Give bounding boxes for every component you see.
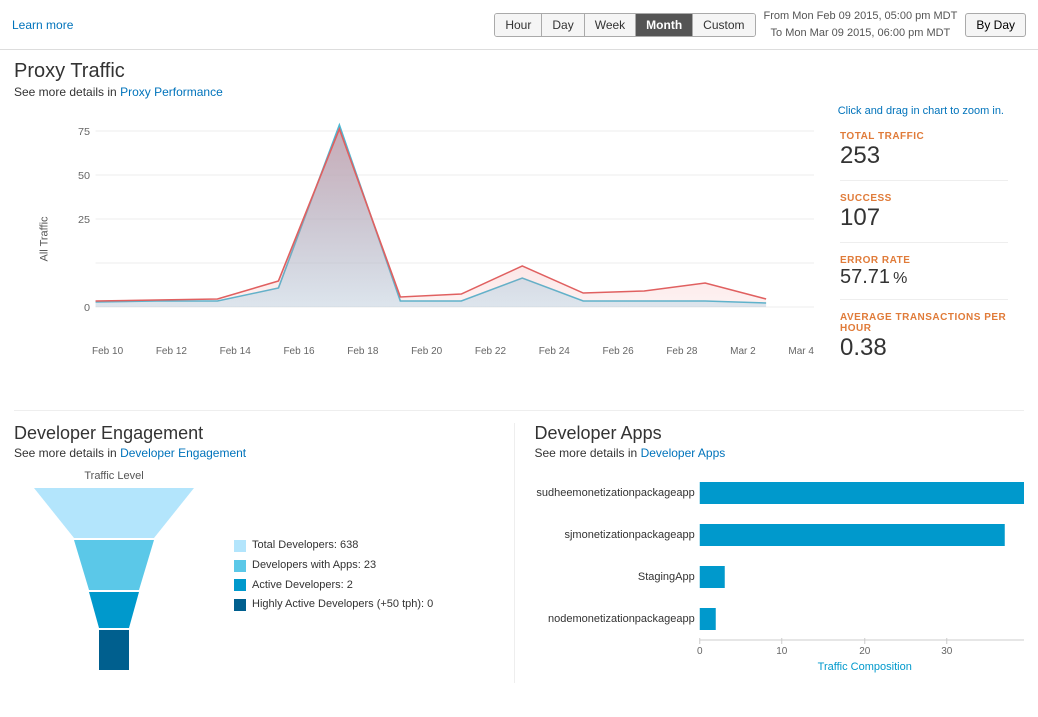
dev-apps-link[interactable]: Developer Apps [641, 446, 726, 460]
dev-engagement-link[interactable]: Developer Engagement [120, 446, 246, 460]
svg-text:10: 10 [776, 646, 788, 657]
top-bar: Learn more Hour Day Week Month Custom Fr… [0, 0, 1038, 50]
dev-engagement-subtitle: See more details in Developer Engagement [14, 446, 504, 460]
success-stat: SUCCESS 107 [840, 193, 1008, 243]
total-traffic-stat: TOTAL TRAFFIC 253 [840, 131, 1008, 181]
x-label-7: Feb 24 [539, 346, 570, 357]
legend-item-1: Developers with Apps: 23 [234, 556, 433, 576]
proxy-traffic-title: Proxy Traffic [14, 60, 1024, 83]
avg-tph-stat: AVERAGE TRANSACTIONS PER HOUR 0.38 [840, 312, 1008, 372]
funnel-container: Traffic Level Total [14, 470, 504, 681]
error-rate-label: ERROR RATE [840, 255, 1008, 266]
svg-text:Traffic Composition: Traffic Composition [817, 661, 911, 673]
x-label-6: Feb 22 [475, 346, 506, 357]
proxy-traffic-subtitle: See more details in Proxy Performance [14, 85, 1024, 99]
error-rate-value-row: 57.71 % [840, 266, 1008, 289]
traffic-section: All Traffic 75 50 25 0 [14, 121, 1024, 394]
legend-dot-0 [234, 540, 246, 552]
date-range: From Mon Feb 09 2015, 05:00 pm MDT To Mo… [764, 8, 958, 41]
legend-label-2: Active Developers: 2 [252, 576, 353, 596]
error-rate-stat: ERROR RATE 57.71 % [840, 255, 1008, 300]
legend-label-1: Developers with Apps: 23 [252, 556, 376, 576]
avg-tph-value: 0.38 [840, 334, 1008, 362]
learn-more-link[interactable]: Learn more [12, 18, 73, 32]
success-label: SUCCESS [840, 193, 1008, 204]
day-button[interactable]: Day [542, 14, 584, 36]
funnel-title: Traffic Level [14, 470, 214, 482]
svg-text:sjmonetizationpackageapp: sjmonetizationpackageapp [564, 529, 694, 541]
x-label-5: Feb 20 [411, 346, 442, 357]
legend-dot-1 [234, 560, 246, 572]
x-label-4: Feb 18 [347, 346, 378, 357]
bar-chart-container: sudheemonetizationpackageapp sjmonetizat… [535, 470, 1025, 683]
legend-label-0: Total Developers: 638 [252, 536, 358, 556]
svg-text:nodemonetizationpackageapp: nodemonetizationpackageapp [547, 613, 694, 625]
bottom-sections: Developer Engagement See more details in… [14, 410, 1024, 683]
developer-engagement-section: Developer Engagement See more details in… [14, 423, 515, 683]
svg-text:25: 25 [78, 215, 90, 226]
legend-item-3: Highly Active Developers (+50 tph): 0 [234, 595, 433, 615]
x-label-10: Mar 2 [730, 346, 756, 357]
svg-text:30: 30 [941, 646, 953, 657]
main-content: Proxy Traffic See more details in Proxy … [0, 50, 1038, 693]
x-label-1: Feb 12 [156, 346, 187, 357]
success-value: 107 [840, 204, 1008, 232]
x-label-11: Mar 4 [788, 346, 814, 357]
svg-text:0: 0 [84, 303, 90, 314]
month-button[interactable]: Month [636, 14, 693, 36]
legend-item-2: Active Developers: 2 [234, 576, 433, 596]
custom-button[interactable]: Custom [693, 14, 754, 36]
stats-panel: TOTAL TRAFFIC 253 SUCCESS 107 ERROR RATE… [824, 121, 1024, 394]
svg-text:0: 0 [696, 646, 702, 657]
dev-apps-title: Developer Apps [535, 423, 1025, 444]
svg-text:50: 50 [78, 171, 90, 182]
dev-apps-subtitle: See more details in Developer Apps [535, 446, 1025, 460]
funnel-legend: Total Developers: 638 Developers with Ap… [234, 536, 433, 615]
error-rate-value: 57.71 [840, 266, 890, 288]
x-label-3: Feb 16 [283, 346, 314, 357]
developer-apps-section: Developer Apps See more details in Devel… [515, 423, 1025, 683]
legend-item-0: Total Developers: 638 [234, 536, 433, 556]
by-day-button[interactable]: By Day [965, 13, 1026, 37]
svg-text:75: 75 [78, 127, 90, 138]
svg-text:StagingApp: StagingApp [637, 571, 694, 583]
legend-dot-3 [234, 599, 246, 611]
legend-dot-2 [234, 579, 246, 591]
x-axis-labels: Feb 10 Feb 12 Feb 14 Feb 16 Feb 18 Feb 2… [92, 346, 814, 357]
week-button[interactable]: Week [585, 14, 636, 36]
x-label-9: Feb 28 [666, 346, 697, 357]
dev-engagement-title: Developer Engagement [14, 423, 504, 444]
hour-button[interactable]: Hour [495, 14, 542, 36]
svg-text:20: 20 [859, 646, 871, 657]
x-label-8: Feb 26 [603, 346, 634, 357]
legend-label-3: Highly Active Developers (+50 tph): 0 [252, 595, 433, 615]
x-label-2: Feb 14 [220, 346, 251, 357]
funnel-chart: Traffic Level [14, 470, 214, 681]
y-axis-label: All Traffic [39, 216, 51, 261]
time-btn-group: Hour Day Week Month Custom [494, 13, 755, 37]
traffic-chart-svg[interactable]: 75 50 25 0 [52, 121, 814, 341]
total-traffic-value: 253 [840, 142, 1008, 170]
funnel-svg [24, 488, 204, 678]
chart-hint: Click and drag in chart to zoom in. [14, 105, 1024, 117]
proxy-performance-link[interactable]: Proxy Performance [120, 85, 223, 99]
x-label-0: Feb 10 [92, 346, 123, 357]
svg-text:sudheemonetizationpackageapp: sudheemonetizationpackageapp [536, 487, 694, 499]
time-controls: Hour Day Week Month Custom From Mon Feb … [494, 8, 1026, 41]
traffic-chart-container: All Traffic 75 50 25 0 [14, 121, 824, 381]
bar-chart-svg: sudheemonetizationpackageapp sjmonetizat… [535, 470, 1025, 680]
total-traffic-label: TOTAL TRAFFIC [840, 131, 1008, 142]
error-rate-unit: % [893, 270, 907, 287]
avg-tph-label: AVERAGE TRANSACTIONS PER HOUR [840, 312, 1008, 334]
